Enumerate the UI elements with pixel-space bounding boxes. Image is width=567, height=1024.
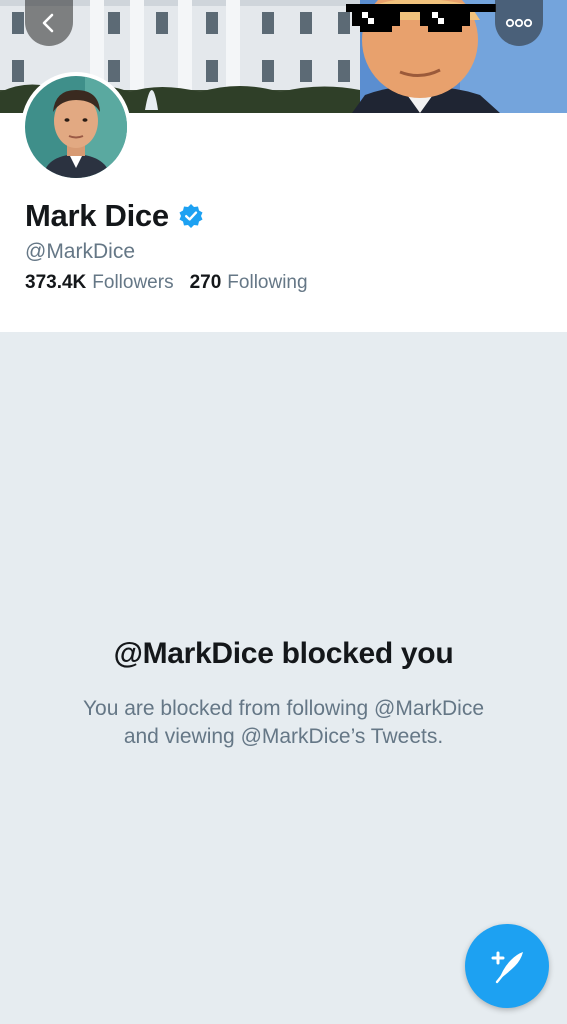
followers-label: Followers bbox=[92, 272, 174, 293]
more-horizontal-icon bbox=[505, 18, 533, 28]
following-count: 270 bbox=[189, 272, 222, 293]
followers-link[interactable]: 373.4K Followers bbox=[25, 272, 174, 294]
stats-row: 373.4K Followers 270 Following bbox=[25, 272, 324, 294]
following-label: Following bbox=[227, 272, 308, 293]
blocked-title: @MarkDice blocked you bbox=[113, 637, 454, 670]
chevron-left-icon bbox=[42, 13, 54, 33]
avatar[interactable] bbox=[21, 72, 131, 182]
compose-tweet-button[interactable] bbox=[465, 924, 549, 1008]
blocked-description-line-2: and viewing @MarkDice’s Tweets. bbox=[123, 725, 444, 748]
blocked-description: You are blocked from following @MarkDice… bbox=[50, 695, 517, 751]
back-button[interactable] bbox=[25, 0, 73, 46]
profile-handle: @MarkDice bbox=[25, 240, 135, 263]
compose-tweet-icon bbox=[491, 951, 523, 984]
following-link[interactable]: 270 Following bbox=[190, 272, 308, 294]
blocked-panel: @MarkDice blocked you You are blocked fr… bbox=[0, 332, 567, 1024]
display-name: Mark Dice bbox=[25, 198, 169, 233]
more-options-button[interactable] bbox=[495, 0, 543, 46]
avatar-image bbox=[25, 76, 127, 178]
blocked-description-line-1: You are blocked from following @MarkDice bbox=[82, 697, 485, 720]
verified-badge-icon bbox=[179, 204, 203, 228]
display-name-row: Mark Dice bbox=[25, 196, 204, 236]
followers-count: 373.4K bbox=[25, 272, 87, 293]
